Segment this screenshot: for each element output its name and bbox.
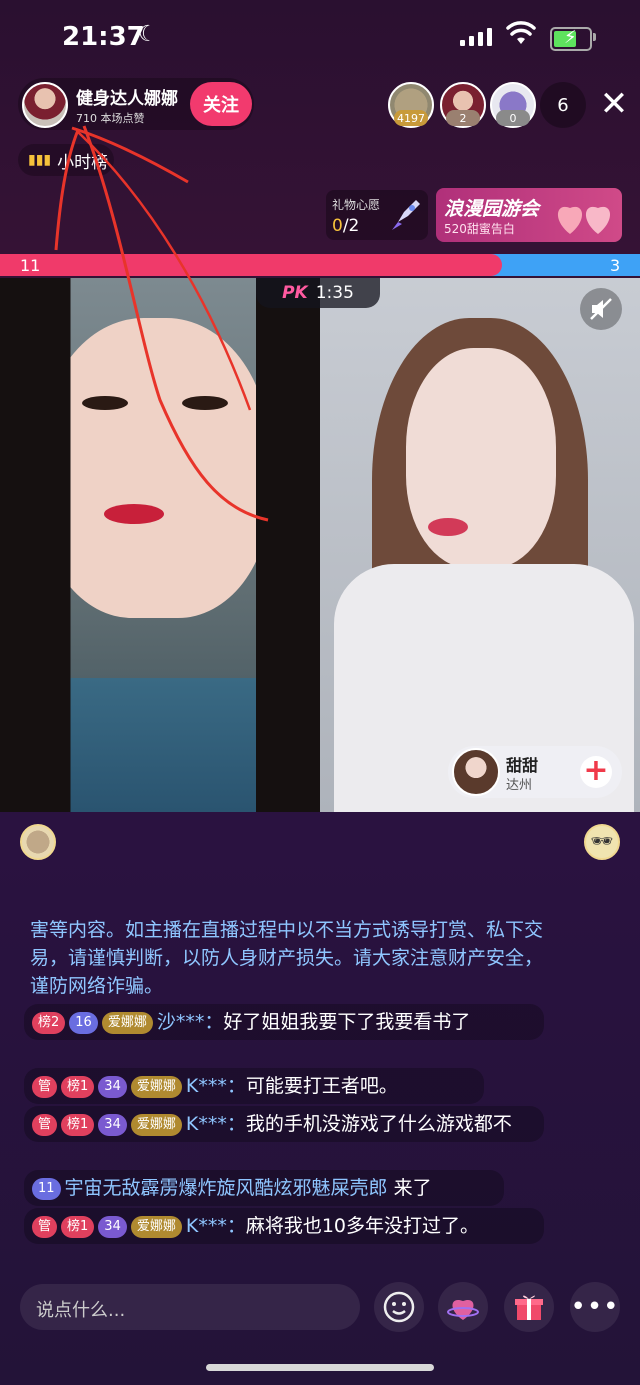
battery-icon: ⚡ [550, 27, 592, 51]
gift-wish-progress: 0/2 [332, 216, 360, 236]
cellular-signal-icon [460, 28, 492, 46]
chat-message[interactable]: 管榜1 34 爱娜娜 K***：我的手机没游戏了什么游戏都不 [24, 1106, 544, 1142]
host-video-lips [104, 504, 164, 524]
chat-text: 可能要打王者吧。 [245, 1075, 398, 1097]
pk-timer: PK 1:35 [256, 278, 380, 308]
chat-message[interactable]: 管榜1 34 爱娜娜 K***：麻将我也10多年没打过了。 [24, 1208, 544, 1244]
fan-club-tag: 爱娜娜 [130, 1076, 182, 1098]
chat-username[interactable]: 沙***： [157, 1011, 224, 1033]
gift-wish-title: 礼物心愿 [332, 198, 381, 212]
chat-username[interactable]: K***： [186, 1075, 246, 1097]
emoji-button[interactable] [374, 1282, 424, 1332]
opponent-top-fan-avatar[interactable]: 🕶 [584, 824, 620, 860]
opponent-video-face [406, 348, 556, 568]
level-tag: 11 [32, 1178, 61, 1200]
rank-tag: 榜1 [61, 1114, 95, 1136]
host-video-eye [182, 396, 228, 410]
chat-username[interactable]: K***： [186, 1215, 246, 1237]
host-likes: 710 本场点赞 [76, 112, 145, 125]
battery-cap [593, 33, 596, 41]
more-icon: ••• [570, 1292, 620, 1322]
rank-tag: 榜2 [32, 1012, 66, 1034]
chat-message[interactable]: 11 宇宙无敌霹雳爆炸旋风酷炫邪魅屎壳郎 来了 [24, 1170, 504, 1206]
heart-icon [447, 1299, 479, 1320]
admin-tag: 管 [32, 1076, 58, 1098]
close-icon[interactable]: ✕ [596, 86, 632, 122]
level-tag: 34 [98, 1076, 127, 1098]
mute-icon[interactable] [580, 288, 622, 330]
fan-club-tag: 爱娜娜 [130, 1114, 182, 1136]
host-name: 健身达人娜娜 [76, 89, 178, 109]
wifi-icon [506, 21, 536, 44]
level-tag: 34 [98, 1114, 127, 1136]
hourly-rank-button[interactable]: ▮▮▮ 小时榜 [18, 144, 114, 176]
more-button[interactable]: ••• [570, 1282, 620, 1332]
hourly-rank-label: 小时榜 [57, 152, 109, 173]
chat-text: 好了姐姐我要下了我要看书了 [223, 1011, 471, 1033]
safety-notice: 害等内容。如主播在直播过程中以不当方式诱导打赏、私下交易，请谨慎判断，以防人身财… [30, 919, 544, 997]
viewer-count[interactable]: 6 [540, 82, 586, 128]
home-indicator[interactable] [206, 1364, 434, 1371]
bar-chart-icon: ▮▮▮ [28, 152, 52, 168]
host-avatar[interactable] [22, 82, 68, 128]
admin-tag: 管 [32, 1216, 58, 1238]
viewer-badge-1: 4197 [394, 110, 428, 126]
chat-message[interactable]: 榜2 16 爱娜娜 沙***：好了姐姐我要下了我要看书了 [24, 1004, 544, 1040]
opponent-name: 甜甜 [506, 756, 539, 775]
gift-icon [515, 1295, 543, 1320]
promo-title: 浪漫园游会 [444, 198, 540, 220]
gift-button[interactable] [504, 1282, 554, 1332]
chat-text: 来了 [393, 1177, 432, 1199]
chat-message[interactable]: 管榜1 34 爱娜娜 K***：可能要打王者吧。 [24, 1068, 484, 1104]
rank-tag: 榜1 [61, 1216, 95, 1238]
viewer-badge-2: 2 [446, 110, 480, 126]
opponent-city: 达州 [506, 778, 533, 793]
pk-progress-left [0, 254, 502, 276]
heart-button[interactable] [438, 1282, 488, 1332]
rocket-icon [392, 200, 420, 230]
chat-username[interactable]: K***： [186, 1113, 246, 1135]
emoji-icon [383, 1291, 415, 1323]
host-top-fan-avatar[interactable] [20, 824, 56, 860]
fan-club-tag: 爱娜娜 [130, 1216, 182, 1238]
chat-username[interactable]: 宇宙无敌霹雳爆炸旋风酷炫邪魅屎壳郎 [65, 1177, 388, 1199]
host-video-eye [82, 396, 128, 410]
viewer-badge-3: 0 [496, 110, 530, 126]
fan-club-tag: 爱娜娜 [101, 1012, 153, 1034]
add-opponent-button[interactable]: + [580, 756, 612, 788]
host-video[interactable] [0, 278, 320, 812]
host-video-hair [0, 278, 320, 812]
promo-subtitle: 520甜蜜告白 [444, 222, 515, 236]
chat-input-placeholder: 说点什么... [36, 1300, 126, 1321]
pk-countdown: 1:35 [315, 283, 354, 303]
status-time: 21:37 [62, 22, 145, 52]
chat-text: 我的手机没游戏了什么游戏都不 [245, 1113, 512, 1135]
pk-left-score: 11 [20, 256, 41, 275]
rank-tag: 榜1 [61, 1076, 95, 1098]
level-tag: 34 [98, 1216, 127, 1238]
pk-logo: PK [282, 283, 308, 303]
admin-tag: 管 [32, 1114, 58, 1136]
opponent-avatar[interactable] [452, 748, 500, 796]
moon-icon: ☾ [138, 22, 158, 47]
opponent-video-lips [428, 518, 468, 536]
level-tag: 16 [69, 1012, 98, 1034]
follow-button[interactable]: 关注 [190, 82, 252, 126]
hearts-icon [557, 206, 611, 234]
chat-text: 麻将我也10多年没打过了。 [245, 1215, 480, 1237]
pk-right-score: 3 [610, 256, 621, 275]
